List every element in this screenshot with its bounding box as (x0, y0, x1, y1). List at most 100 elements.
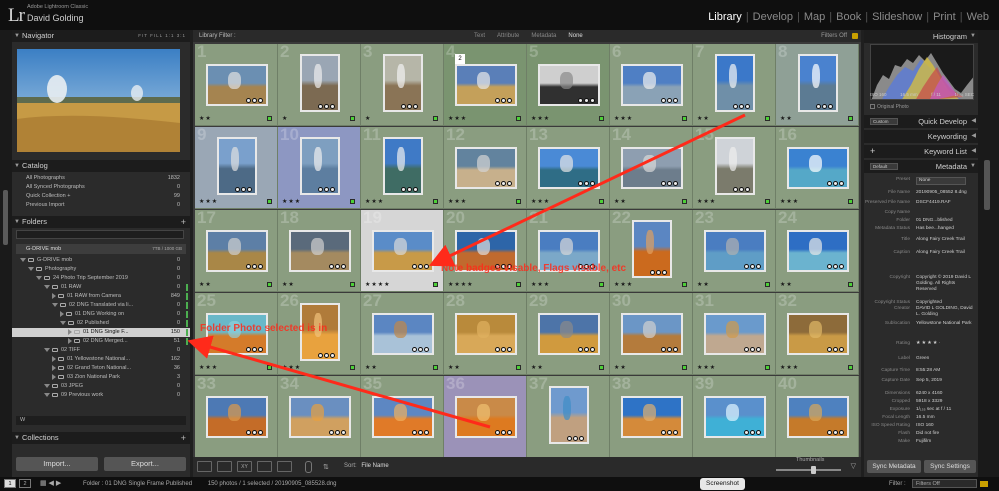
star-rating[interactable]: ★★★ (448, 115, 467, 122)
crop-badge-icon[interactable] (501, 98, 506, 103)
metadata-value[interactable]: Did not fire (916, 431, 974, 437)
thumbnail-cell[interactable]: 4★★★2 (444, 44, 527, 126)
develop-badge-icon[interactable] (413, 187, 418, 192)
stack-count-badge[interactable]: 2 (455, 54, 465, 64)
develop-badge-icon[interactable] (507, 181, 512, 186)
develop-badge-icon[interactable] (258, 347, 263, 352)
thumbnail-cell[interactable]: 13★★★ (527, 127, 610, 209)
color-label-flag[interactable] (433, 199, 438, 204)
metadata-badge-icon[interactable] (827, 181, 832, 186)
metadata-value[interactable]: 1/₁₃₅ sec at f / 11 (916, 407, 974, 413)
navigator-zoom-options[interactable]: FIT FILL 1:1 3:1 (138, 30, 186, 42)
star-rating[interactable]: ★★★ (282, 198, 301, 205)
star-rating[interactable]: ★★★ (531, 115, 550, 122)
star-rating[interactable]: ★★★★ (365, 281, 391, 288)
star-rating[interactable]: ★★ (199, 115, 212, 122)
filter-lock-icon[interactable] (980, 481, 988, 487)
color-label-flag[interactable] (765, 365, 770, 370)
collapse-icon[interactable] (60, 321, 66, 325)
metadata-badge-icon[interactable] (661, 430, 666, 435)
expand-icon[interactable] (60, 311, 64, 317)
develop-badge-icon[interactable] (673, 181, 678, 186)
develop-badge-icon[interactable] (247, 187, 252, 192)
crop-badge-icon[interactable] (501, 181, 506, 186)
metadata-value[interactable]: 8:55:28 AM (916, 368, 974, 374)
develop-badge-icon[interactable] (828, 104, 833, 109)
thumbnail-cell[interactable]: 19★★★★ (361, 210, 444, 292)
original-photo-toggle[interactable]: Original Photo (870, 104, 909, 110)
metadata-value[interactable]: 6240 x 4160 (916, 391, 974, 397)
collapse-icon[interactable] (52, 303, 58, 307)
thumbnail-cell[interactable]: 7★★ (693, 44, 776, 126)
develop-badge-icon[interactable] (590, 98, 595, 103)
color-label-flag[interactable] (433, 365, 438, 370)
filter-option-none[interactable]: None (562, 30, 588, 42)
crop-badge-icon[interactable] (418, 264, 423, 269)
breadcrumb[interactable]: Folder : 01 DNG Single Frame Published 1… (83, 477, 337, 491)
color-label-flag[interactable] (350, 365, 355, 370)
navigator-header[interactable]: ▼ Navigator FIT FILL 1:1 3:1 (12, 30, 190, 42)
import-button[interactable]: Import... (16, 457, 98, 471)
add-keyword-icon[interactable]: + (870, 145, 875, 158)
filter-dropdown[interactable]: Filters Off (912, 479, 977, 488)
metadata-badge-icon[interactable] (318, 187, 323, 192)
metadata-value[interactable]: Along Fairy Creek Trail (916, 250, 974, 256)
thumbnail-cell[interactable]: 6★★★ (610, 44, 693, 126)
scroll-thumb[interactable] (984, 160, 990, 210)
star-rating[interactable]: ★★★ (448, 198, 467, 205)
collapse-icon[interactable] (44, 285, 50, 289)
crop-badge-icon[interactable] (252, 347, 257, 352)
histogram-header[interactable]: Histogram ▼ (864, 30, 978, 43)
metadata-badge-icon[interactable] (246, 430, 251, 435)
thumbnail-cell[interactable]: 35 (361, 376, 444, 458)
metadata-badge-icon[interactable] (744, 430, 749, 435)
crop-badge-icon[interactable] (584, 181, 589, 186)
crop-badge-icon[interactable] (407, 187, 412, 192)
color-label-flag[interactable] (267, 282, 272, 287)
secondary-window-button[interactable]: 2 (19, 479, 31, 488)
star-rating[interactable]: ★★ (614, 364, 627, 371)
color-label-flag[interactable] (765, 282, 770, 287)
module-slideshow[interactable]: Slideshow (868, 11, 926, 23)
folder-item[interactable]: 03 Zion National Park3 (12, 373, 190, 382)
volume-row[interactable]: G-DRIVE mob 7TB / 1000 GB (16, 244, 186, 254)
crop-badge-icon[interactable] (252, 264, 257, 269)
star-rating[interactable]: ★★★ (614, 115, 633, 122)
thumbnail-cell[interactable]: 10★★★ (278, 127, 361, 209)
crop-badge-icon[interactable] (833, 347, 838, 352)
star-rating[interactable]: ★★ (697, 281, 710, 288)
thumbnail-cell[interactable]: 11★★★ (361, 127, 444, 209)
catalog-header[interactable]: ▼ Catalog (12, 160, 190, 172)
crop-badge-icon[interactable] (252, 430, 257, 435)
crop-badge-icon[interactable] (418, 430, 423, 435)
crop-badge-icon[interactable] (584, 347, 589, 352)
thumbnail-cell[interactable]: 30★★ (610, 293, 693, 375)
metadata-badge-icon[interactable] (495, 98, 500, 103)
color-label-flag[interactable] (599, 116, 604, 121)
metadata-badge-icon[interactable] (578, 181, 583, 186)
nav-arrows[interactable]: ▦ ◀ ▶ (40, 477, 61, 491)
thumbnail-cell[interactable]: 31★★★ (693, 293, 776, 375)
sort-value[interactable]: File Name (361, 463, 388, 469)
folder-item[interactable]: 01 DNG Working on0 (12, 310, 190, 319)
metadata-value[interactable]: Sep 5, 2019 (916, 378, 974, 384)
breadcrumb-folder[interactable]: Folder : 01 DNG Single Frame Published (83, 481, 192, 487)
module-print[interactable]: Print (929, 11, 960, 23)
crop-badge-icon[interactable] (324, 353, 329, 358)
collapse-icon[interactable] (44, 384, 50, 388)
star-rating[interactable]: ★★ (780, 115, 793, 122)
folder-item[interactable]: 02 DNG Translated via li...0 (12, 301, 190, 310)
thumbnail-cell[interactable]: 32★★★ (776, 293, 859, 375)
color-label-flag[interactable] (516, 282, 521, 287)
develop-badge-icon[interactable] (413, 104, 418, 109)
metadata-badge-icon[interactable] (246, 98, 251, 103)
color-label-flag[interactable] (267, 199, 272, 204)
preset-dropdown[interactable]: None (916, 177, 966, 185)
catalog-item[interactable]: All Photographs1832 (12, 174, 190, 183)
color-label-flag[interactable] (516, 365, 521, 370)
expand-icon[interactable] (52, 374, 56, 380)
metadata-badge-icon[interactable] (401, 187, 406, 192)
quick-develop-header[interactable]: Custom Quick Develop ◀ (864, 115, 978, 128)
thumbnail-cell[interactable]: 17★★ (195, 210, 278, 292)
crop-badge-icon[interactable] (501, 347, 506, 352)
